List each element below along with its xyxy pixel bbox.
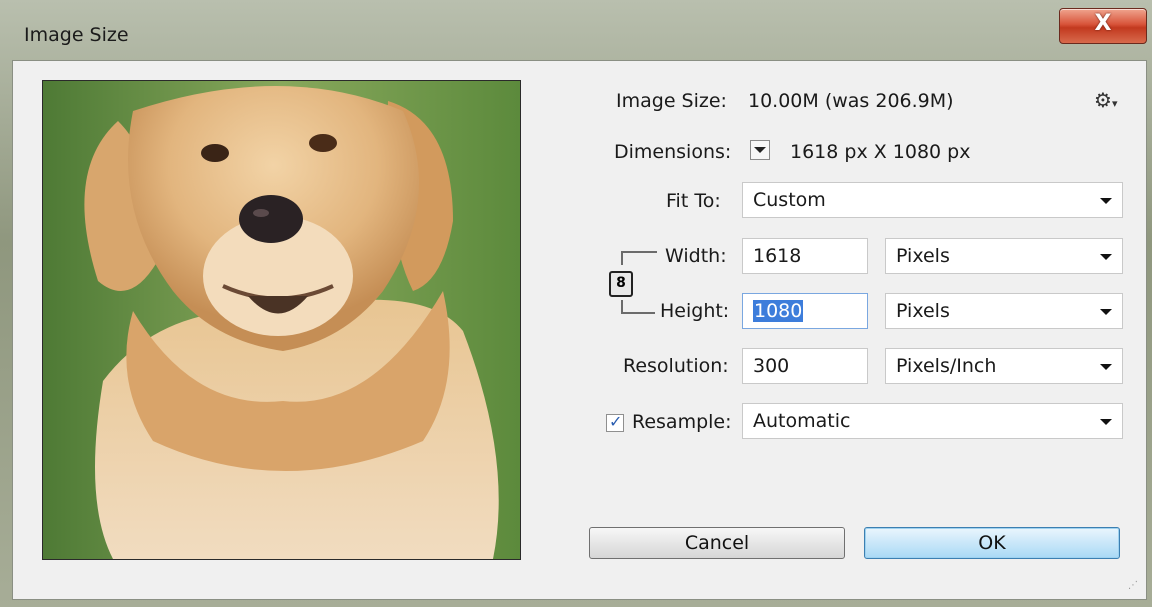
ok-button[interactable]: OK	[864, 527, 1120, 559]
constrain-line-top-vert	[621, 251, 623, 265]
height-field[interactable]: 1080	[742, 293, 868, 329]
chevron-down-icon	[1100, 254, 1112, 260]
height-value: 1080	[753, 300, 804, 322]
close-button[interactable]: X	[1059, 8, 1147, 44]
fit-to-label: Fit To:	[666, 190, 721, 212]
resolution-label: Resolution:	[623, 355, 729, 377]
resample-checkbox[interactable]: ✓	[606, 412, 624, 432]
resize-grip[interactable]: ⋰	[1128, 580, 1138, 591]
image-size-value: 10.00M (was 206.9M)	[748, 90, 954, 112]
height-unit-select[interactable]: Pixels	[885, 293, 1123, 329]
dog-photo	[43, 81, 520, 559]
constrain-line-top	[621, 251, 657, 253]
cancel-button[interactable]: Cancel	[589, 527, 845, 559]
chevron-down-icon	[1100, 309, 1112, 315]
image-preview[interactable]	[42, 80, 521, 560]
check-icon: ✓	[609, 412, 623, 431]
dimensions-value: 1618 px X 1080 px	[790, 141, 971, 163]
width-unit: Pixels	[896, 245, 950, 267]
dropdown-icon[interactable]	[750, 140, 770, 160]
chain-link-icon[interactable]: 8	[609, 271, 633, 297]
gear-icon[interactable]: ⚙▾	[1094, 88, 1117, 112]
constrain-line-bottom	[621, 312, 655, 314]
image-size-label: Image Size:	[616, 90, 727, 112]
resample-label: Resample:	[632, 411, 732, 433]
resample-select[interactable]: Automatic	[742, 403, 1123, 439]
width-label: Width:	[665, 245, 727, 267]
dimensions-label: Dimensions:	[614, 141, 732, 163]
close-icon: X	[1094, 11, 1112, 36]
resolution-value: 300	[753, 355, 790, 377]
resample-value: Automatic	[753, 410, 851, 432]
fit-to-select[interactable]: Custom	[742, 182, 1123, 218]
window-title: Image Size	[24, 24, 129, 46]
chevron-down-icon	[1100, 198, 1112, 204]
width-unit-select[interactable]: Pixels	[885, 238, 1123, 274]
height-unit: Pixels	[896, 300, 950, 322]
height-label: Height:	[660, 300, 730, 322]
fit-to-value: Custom	[753, 189, 826, 211]
chevron-down-icon	[1100, 419, 1112, 425]
chevron-down-icon	[1100, 364, 1112, 370]
resolution-unit-select[interactable]: Pixels/Inch	[885, 348, 1123, 384]
title-bar[interactable]: Image Size X	[0, 0, 1152, 60]
width-value: 1618	[753, 245, 802, 267]
dialog-window: Image Size X Image Size: 10.00M (was 206…	[0, 0, 1152, 607]
resolution-field[interactable]: 300	[742, 348, 868, 384]
resolution-unit: Pixels/Inch	[896, 355, 997, 377]
width-field[interactable]: 1618	[742, 238, 868, 274]
